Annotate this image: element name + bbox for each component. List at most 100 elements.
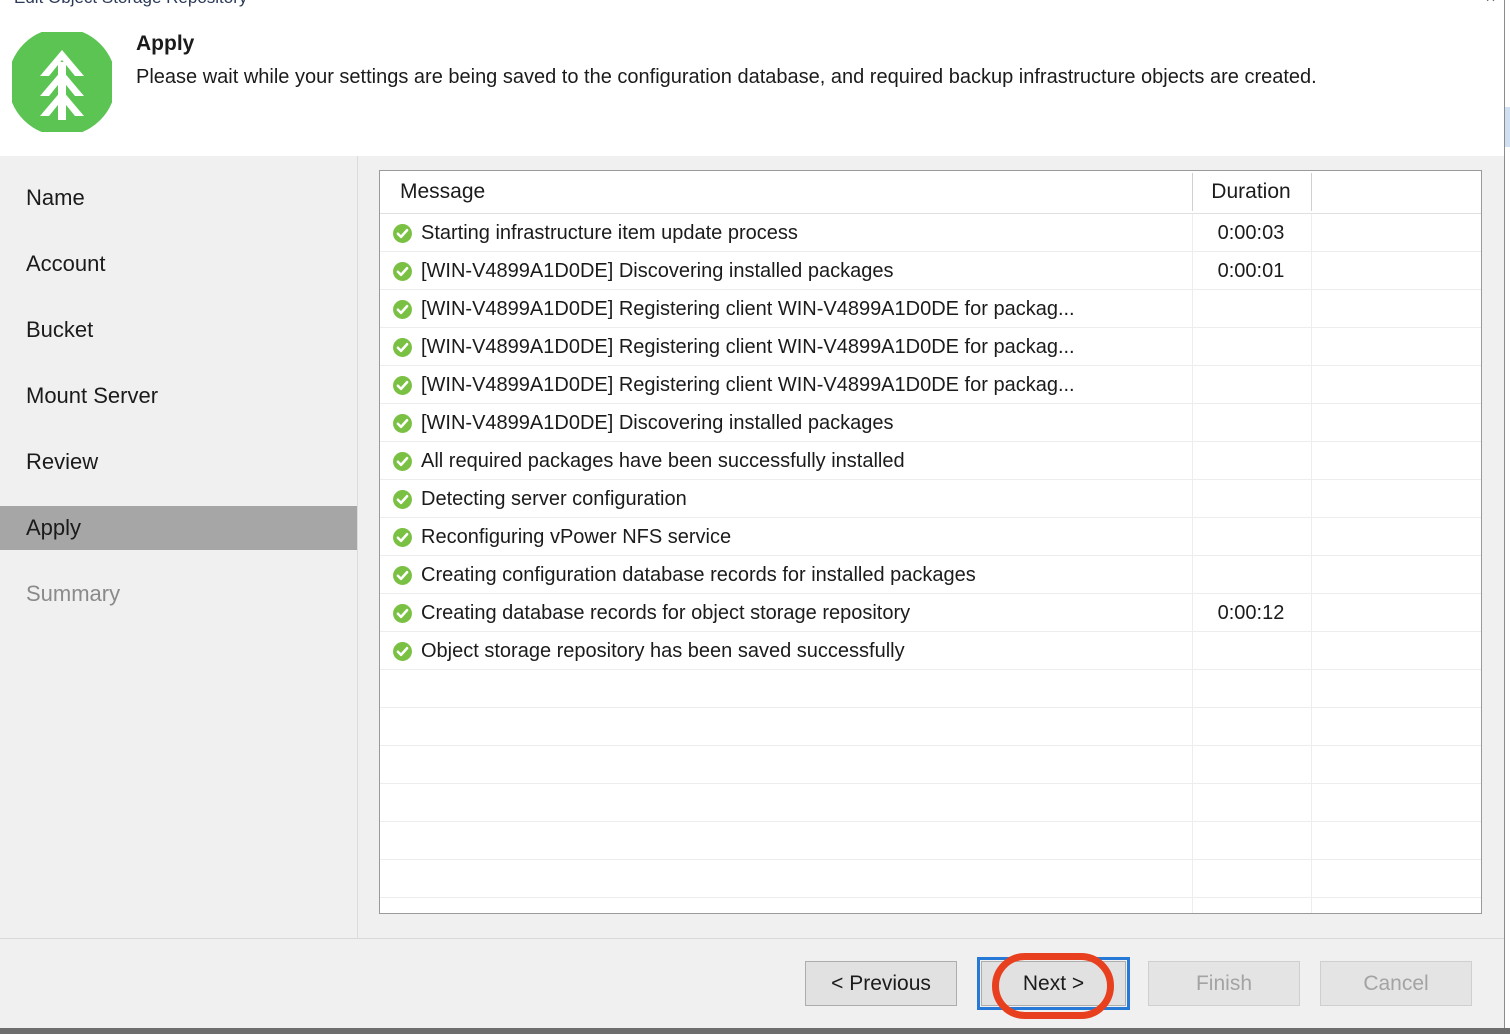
log-message-text: All required packages have been successf…: [421, 449, 905, 472]
success-check-icon: [393, 413, 412, 433]
log-message-cell: [WIN-V4899A1D0DE] Registering client WIN…: [392, 366, 1075, 404]
log-message-cell: Object storage repository has been saved…: [392, 632, 905, 670]
table-row-empty[interactable]: [380, 860, 1481, 898]
log-duration-cell: 0:00:12: [1217, 601, 1285, 624]
success-check-icon: [393, 603, 412, 623]
success-check-icon: [393, 261, 412, 281]
sidebar-item-label: Account: [26, 251, 106, 276]
sidebar-item-label: Summary: [26, 581, 121, 606]
log-duration-cell: [1192, 404, 1310, 442]
success-check-icon: [393, 527, 412, 547]
sidebar-item-name[interactable]: Name: [0, 176, 357, 220]
sidebar-item-label: Review: [26, 449, 99, 474]
log-duration-cell: [1192, 328, 1310, 366]
previous-button[interactable]: < Previous: [805, 961, 957, 1006]
wizard-steps-sidebar: Name Account Bucket Mount Server Review Apply…: [0, 156, 358, 938]
log-message-text: Detecting server configuration: [421, 487, 687, 510]
log-message-cell: Creating configuration database records …: [392, 556, 976, 594]
sidebar-item-label: Apply: [26, 515, 82, 540]
table-row[interactable]: [WIN-V4899A1D0DE] Registering client WIN…: [380, 366, 1481, 404]
table-row-empty[interactable]: [380, 784, 1481, 822]
table-header-row: Message Duration: [380, 171, 1481, 214]
wizard-body: Name Account Bucket Mount Server Review Apply…: [0, 156, 1504, 938]
window-controls: — ✕: [1450, 0, 1496, 6]
log-message-text: Creating database records for object sto…: [421, 601, 911, 624]
table-row[interactable]: Object storage repository has been saved…: [380, 632, 1481, 670]
wizard-footer: < Previous Next > Finish Cancel: [0, 938, 1504, 1029]
log-message-text: [WIN-V4899A1D0DE] Registering client WIN…: [421, 373, 1075, 396]
log-message-cell: Detecting server configuration: [392, 480, 687, 518]
close-icon[interactable]: ✕: [1485, 0, 1496, 6]
log-message-cell: Starting infrastructure item update proc…: [392, 214, 798, 252]
column-header-message[interactable]: Message: [400, 171, 485, 213]
success-check-icon: [393, 375, 412, 395]
table-row[interactable]: [WIN-V4899A1D0DE] Discovering installed …: [380, 252, 1481, 290]
log-message-cell: Creating database records for object sto…: [392, 594, 910, 632]
log-message-text: [WIN-V4899A1D0DE] Discovering installed …: [421, 259, 894, 282]
log-message-cell: [WIN-V4899A1D0DE] Registering client WIN…: [392, 290, 1075, 328]
sidebar-item-review[interactable]: Review: [0, 440, 357, 484]
window-bottom-edge: [0, 1028, 1510, 1034]
sidebar-item-label: Name: [26, 185, 85, 210]
next-button[interactable]: Next >: [977, 957, 1130, 1010]
log-message-cell: Reconfiguring vPower NFS service: [392, 518, 731, 556]
sidebar-item-account[interactable]: Account: [0, 242, 357, 286]
log-duration-cell: [1192, 290, 1310, 328]
success-check-icon: [393, 223, 412, 243]
column-header-duration[interactable]: Duration: [1192, 171, 1310, 213]
veeam-logo-icon: [12, 32, 112, 132]
success-check-icon: [393, 565, 412, 585]
log-duration-cell: [1192, 556, 1310, 594]
table-row-empty[interactable]: [380, 898, 1481, 913]
finish-button: Finish: [1148, 961, 1300, 1006]
window-title: Edit Object Storage Repository: [14, 0, 247, 8]
success-check-icon: [393, 489, 412, 509]
log-message-text: Object storage repository has been saved…: [421, 639, 905, 662]
log-duration-cell: 0:00:01: [1217, 259, 1285, 282]
table-row[interactable]: All required packages have been successf…: [380, 442, 1481, 480]
sidebar-item-mount-server[interactable]: Mount Server: [0, 374, 357, 418]
table-row[interactable]: [WIN-V4899A1D0DE] Registering client WIN…: [380, 328, 1481, 366]
table-row[interactable]: Reconfiguring vPower NFS service: [380, 518, 1481, 556]
log-message-cell: All required packages have been successf…: [392, 442, 905, 480]
page-title: Apply: [136, 32, 195, 55]
sidebar-item-summary[interactable]: Summary: [0, 572, 357, 616]
window-right-edge: [1504, 0, 1510, 1034]
log-message-cell: [WIN-V4899A1D0DE] Discovering installed …: [392, 252, 893, 290]
success-check-icon: [393, 299, 412, 319]
table-row-empty[interactable]: [380, 822, 1481, 860]
success-check-icon: [393, 451, 412, 471]
log-message-text: Reconfiguring vPower NFS service: [421, 525, 732, 548]
table-row-empty[interactable]: [380, 670, 1481, 708]
table-row[interactable]: [WIN-V4899A1D0DE] Discovering installed …: [380, 404, 1481, 442]
application-window: Edit Object Storage Repository — ✕ Apply…: [0, 0, 1510, 1034]
scroll-indicator[interactable]: [1505, 107, 1510, 147]
sidebar-item-label: Bucket: [26, 317, 94, 342]
sidebar-item-apply[interactable]: Apply: [0, 506, 357, 550]
cancel-button: Cancel: [1320, 961, 1472, 1006]
log-duration-cell: [1192, 480, 1310, 518]
progress-log-table[interactable]: Message Duration Starting infrastructure…: [379, 170, 1482, 914]
log-message-text: Starting infrastructure item update proc…: [421, 221, 798, 244]
page-description: Please wait while your settings are bein…: [136, 66, 1317, 88]
log-message-text: Creating configuration database records …: [421, 563, 976, 586]
table-row-empty[interactable]: [380, 746, 1481, 784]
log-duration-cell: [1192, 632, 1310, 670]
table-row[interactable]: [WIN-V4899A1D0DE] Registering client WIN…: [380, 290, 1481, 328]
success-check-icon: [393, 641, 412, 661]
log-duration-cell: [1192, 366, 1310, 404]
log-duration-cell: [1192, 518, 1310, 556]
log-duration-cell: 0:00:03: [1217, 221, 1285, 244]
table-row[interactable]: Creating database records for object sto…: [380, 594, 1481, 632]
wizard-header: Apply Please wait while your settings ar…: [0, 14, 1504, 156]
table-row[interactable]: Starting infrastructure item update proc…: [380, 214, 1481, 252]
table-row[interactable]: Detecting server configuration: [380, 480, 1481, 518]
log-duration-cell: [1192, 442, 1310, 480]
sidebar-item-bucket[interactable]: Bucket: [0, 308, 357, 352]
sidebar-item-label: Mount Server: [26, 383, 159, 408]
log-message-cell: [WIN-V4899A1D0DE] Registering client WIN…: [392, 328, 1075, 366]
log-message-text: [WIN-V4899A1D0DE] Discovering installed …: [421, 411, 894, 434]
minimize-icon[interactable]: —: [1450, 0, 1463, 6]
table-row-empty[interactable]: [380, 708, 1481, 746]
table-row[interactable]: Creating configuration database records …: [380, 556, 1481, 594]
